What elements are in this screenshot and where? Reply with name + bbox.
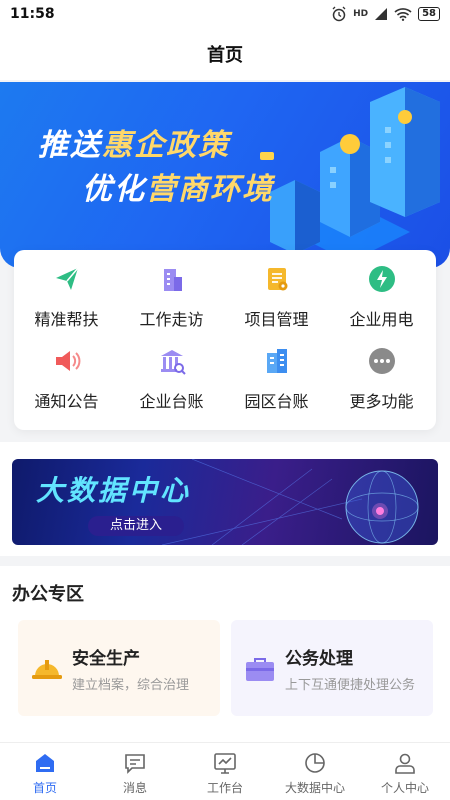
user-icon	[395, 753, 415, 774]
menu-item-label: 更多功能	[349, 392, 414, 411]
menu-item-label: 通知公告	[34, 392, 99, 411]
status-bar: 11:58 HD 58	[0, 0, 450, 28]
office-section-title: 办公专区	[12, 584, 84, 605]
tab-label: 工作台	[206, 781, 243, 795]
pie-chart-icon	[305, 753, 325, 773]
home-icon	[36, 754, 54, 772]
tab-workbench[interactable]: 工作台	[180, 743, 270, 800]
hero-line-2-text: 优化	[82, 172, 146, 207]
status-icons: HD 58	[331, 6, 440, 22]
tab-personal-center[interactable]: 个人中心	[360, 743, 450, 800]
tab-label: 消息	[122, 781, 147, 795]
hero-line-2-highlight: 营商环境	[146, 172, 274, 207]
speaker-icon	[52, 346, 82, 376]
wifi-icon	[394, 8, 412, 21]
office-card-title: 公务处理	[285, 649, 353, 669]
message-icon	[125, 754, 145, 774]
paper-plane-icon	[52, 264, 82, 294]
office-card-safety-production[interactable]: 安全生产 建立档案，综合治理	[18, 620, 220, 716]
bigdata-banner[interactable]: 大数据中心 点击进入	[12, 459, 438, 545]
menu-item-label: 园区台账	[244, 392, 309, 411]
tab-bigdata-center[interactable]: 大数据中心	[270, 743, 360, 800]
bottom-tab-bar: 首页 消息 工作台 大数据中心 个人中心	[0, 742, 450, 800]
bigdata-title: 大数据中心	[36, 474, 192, 507]
signal-icon	[375, 8, 388, 20]
page-title: 首页	[207, 45, 243, 66]
menu-item-more-features[interactable]: 更多功能	[329, 346, 434, 412]
buildings-icon	[262, 346, 292, 376]
menu-item-enterprise-power[interactable]: 企业用电	[329, 264, 434, 330]
network-type-icon: HD	[353, 9, 369, 19]
tab-label: 个人中心	[380, 781, 429, 795]
feature-menu: 精准帮扶 工作走访 项目管理 企业用电 通知公告 企业台账 园区台账 更多功能	[14, 250, 436, 430]
hero-line-1-highlight: 惠企政策	[102, 128, 230, 163]
briefcase-icon	[246, 658, 274, 681]
office-card-official-business[interactable]: 公务处理 上下互通便捷处理公务	[231, 620, 433, 716]
menu-item-label: 企业台账	[139, 392, 204, 411]
tab-label: 大数据中心	[284, 781, 345, 795]
hero-line-1-text: 推送	[38, 128, 102, 163]
menu-item-park-ledger[interactable]: 园区台账	[224, 346, 329, 412]
battery-icon: 58	[418, 7, 440, 21]
office-card-subtitle: 建立档案，综合治理	[72, 678, 190, 693]
hero-line-1: 推送惠企政策	[38, 120, 230, 164]
menu-item-label: 项目管理	[244, 310, 309, 329]
building-icon	[157, 264, 187, 294]
helmet-icon	[32, 660, 62, 679]
document-gear-icon	[262, 264, 292, 294]
menu-item-precise-assistance[interactable]: 精准帮扶	[14, 264, 119, 330]
lightning-icon	[367, 264, 397, 294]
bigdata-enter-button[interactable]: 点击进入	[88, 516, 184, 536]
tab-messages[interactable]: 消息	[90, 743, 180, 800]
more-dots-icon	[367, 346, 397, 376]
bigdata-section: 大数据中心 点击进入	[0, 442, 450, 556]
menu-item-work-visit[interactable]: 工作走访	[119, 264, 224, 330]
menu-item-label: 精准帮扶	[34, 310, 99, 329]
title-bar: 首页	[0, 28, 450, 80]
office-section: 办公专区 安全生产 建立档案，综合治理 公务处理 上下互通便捷处理公务	[0, 566, 450, 742]
hero-banner[interactable]: 推送惠企政策 优化营商环境	[0, 82, 450, 268]
status-time: 11:58	[10, 6, 55, 22]
menu-item-notice[interactable]: 通知公告	[14, 346, 119, 412]
alarm-icon	[332, 6, 346, 22]
office-card-title: 安全生产	[72, 649, 140, 669]
tab-home[interactable]: 首页	[0, 743, 90, 800]
menu-item-enterprise-ledger[interactable]: 企业台账	[119, 346, 224, 412]
bank-search-icon	[157, 346, 187, 376]
tab-label: 首页	[32, 781, 57, 795]
workbench-icon	[214, 753, 236, 774]
office-card-subtitle: 上下互通便捷处理公务	[285, 678, 416, 693]
hero-line-2: 优化营商环境	[82, 164, 274, 208]
menu-item-label: 企业用电	[349, 310, 414, 329]
menu-item-project-management[interactable]: 项目管理	[224, 264, 329, 330]
menu-item-label: 工作走访	[139, 310, 204, 329]
